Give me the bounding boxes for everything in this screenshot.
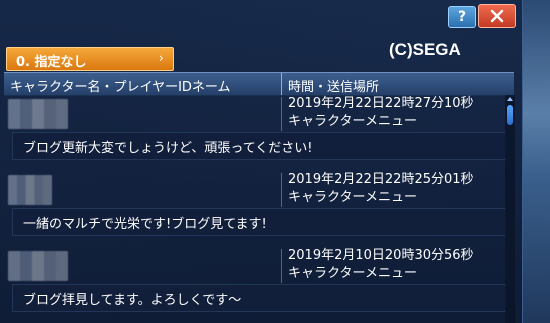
message-timestamp: 2019年2月22日22時25分01秒 <box>288 172 474 187</box>
message-list: 2019年2月22日22時27分10秒 キャラクターメニュー ブログ更新大変でし… <box>0 95 522 323</box>
title-bar: ? <box>0 0 522 30</box>
message-location: キャラクターメニュー <box>288 114 417 129</box>
list-item[interactable]: 2019年2月22日22時27分10秒 キャラクターメニュー ブログ更新大変でし… <box>4 95 506 171</box>
message-timestamp: 2019年2月22日22時27分10秒 <box>288 96 474 111</box>
row-divider <box>281 173 282 207</box>
scroll-up-icon[interactable] <box>506 95 514 103</box>
message-log-window: ? 0. 指定なし › (C)SEGA キャラクター名・プレイヤーIDネーム 時… <box>0 0 523 323</box>
column-header-row: キャラクター名・プレイヤーIDネーム 時間・送信場所 <box>4 72 514 96</box>
message-meta: 2019年2月10日20時30分56秒 キャラクターメニュー <box>288 247 474 283</box>
list-item[interactable]: 2019年2月10日20時30分56秒 キャラクターメニュー ブログ拝見してます… <box>4 247 506 323</box>
category-filter-dropdown[interactable]: 0. 指定なし › <box>6 47 174 71</box>
filter-label: 0. 指定なし <box>16 55 87 70</box>
scrollbar-thumb[interactable] <box>507 105 513 125</box>
help-button[interactable]: ? <box>448 6 476 28</box>
copyright-notice: (C)SEGA <box>389 40 461 59</box>
message-meta: 2019年2月22日22時25分01秒 キャラクターメニュー <box>288 171 474 207</box>
message-text: ブログ拝見してます。よろしくです～ <box>23 293 242 308</box>
background-edge <box>523 0 550 323</box>
message-body: 一緒のマルチで光栄です!ブログ見てます! <box>12 208 506 236</box>
help-icon: ? <box>457 9 467 25</box>
blurred-sender-name <box>8 99 68 129</box>
list-item[interactable]: 2019年2月22日22時25分01秒 キャラクターメニュー 一緒のマルチで光栄… <box>4 171 506 247</box>
scrollbar[interactable] <box>505 95 515 323</box>
message-location: キャラクターメニュー <box>288 266 417 281</box>
row-divider <box>281 97 282 131</box>
message-timestamp: 2019年2月10日20時30分56秒 <box>288 248 474 263</box>
message-meta: 2019年2月22日22時27分10秒 キャラクターメニュー <box>288 95 474 131</box>
message-location: キャラクターメニュー <box>288 190 417 205</box>
message-text: 一緒のマルチで光栄です!ブログ見てます! <box>23 217 267 232</box>
column-header-name[interactable]: キャラクター名・プレイヤーIDネーム <box>10 76 231 95</box>
message-body: ブログ更新大変でしょうけど、頑張ってください! <box>12 132 506 160</box>
blurred-sender-name <box>8 251 68 281</box>
column-divider <box>281 73 282 95</box>
message-text: ブログ更新大変でしょうけど、頑張ってください! <box>23 141 313 156</box>
chevron-right-icon: › <box>159 51 164 65</box>
blurred-sender-name <box>8 175 52 205</box>
close-icon <box>490 9 504 23</box>
row-divider <box>281 249 282 283</box>
close-button[interactable] <box>478 4 516 28</box>
column-header-time[interactable]: 時間・送信場所 <box>288 76 379 95</box>
message-body: ブログ拝見してます。よろしくです～ <box>12 284 506 312</box>
